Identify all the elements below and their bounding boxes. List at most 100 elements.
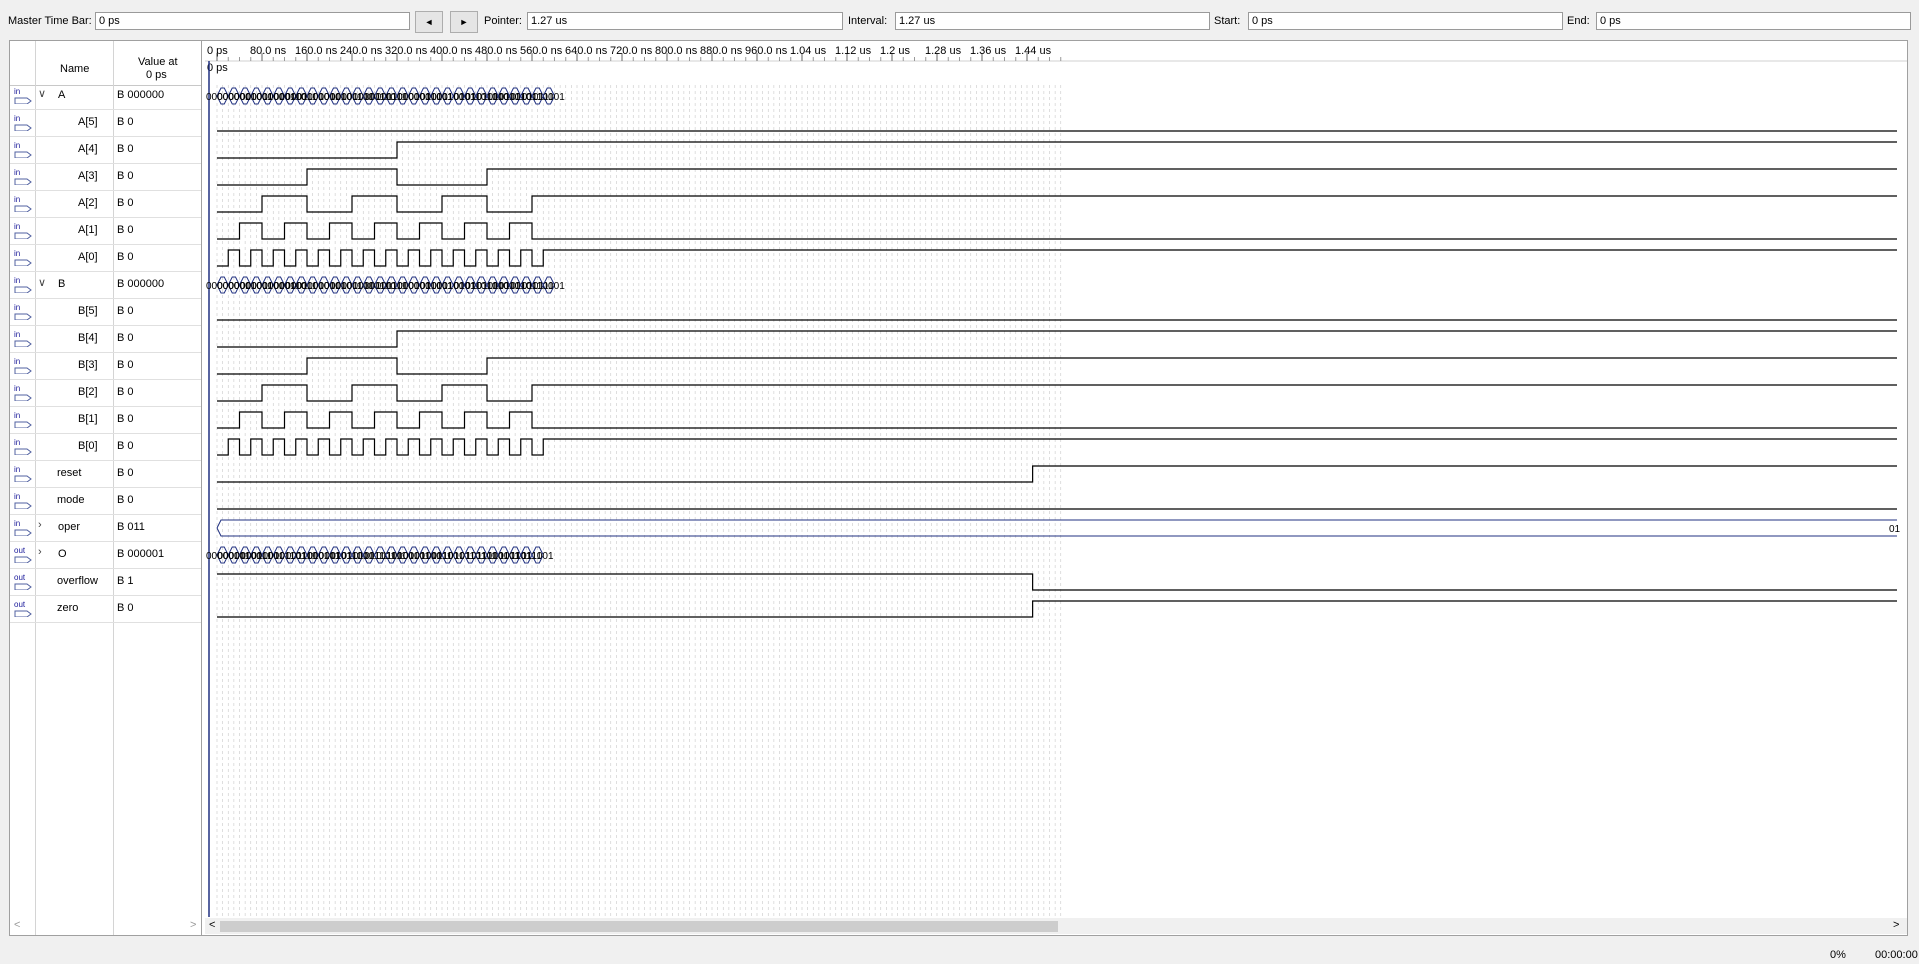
- signal-name: A[3]: [78, 170, 98, 182]
- input-pin-icon: in: [13, 464, 33, 483]
- svg-text:in: in: [14, 141, 20, 150]
- signal-value: B 0: [117, 332, 134, 344]
- signal-name: B[2]: [78, 386, 98, 398]
- ruler-label: 0 ps: [207, 45, 228, 57]
- signal-value: B 0: [117, 413, 134, 425]
- output-pin-icon: out: [13, 545, 33, 564]
- signal-value: B 0: [117, 467, 134, 479]
- interval-label: Interval:: [848, 15, 888, 27]
- waveform-panel: Name Value at 0 ps in ∨ A B 000000 in A[5] B 0…: [9, 40, 1908, 936]
- signal-value: B 0: [117, 494, 134, 506]
- ruler-label: 80.0 ns: [250, 45, 287, 57]
- svg-text:in: in: [14, 87, 20, 96]
- scroll-left-arrow[interactable]: <: [14, 919, 20, 931]
- toolbar: Master Time Bar: 0 ps ◄ ► Pointer: 1.27 …: [0, 0, 1919, 40]
- signal-row-a[interactable]: in ∨ A B 000000: [10, 82, 201, 110]
- signal-name: A[2]: [78, 197, 98, 209]
- signal-value: B 000000: [117, 89, 165, 101]
- output-pin-icon: out: [13, 572, 33, 591]
- waveform-canvas[interactable]: 0 ps 80.0 ns 160.0 ns 240.0 ns 320.0 ns 400.0…: [205, 41, 1907, 935]
- input-pin-icon: in: [13, 194, 33, 213]
- signal-row-b0[interactable]: in B[0] B 0: [10, 433, 201, 461]
- svg-text:in: in: [14, 330, 20, 339]
- signal-value: B 0: [117, 170, 134, 182]
- input-pin-icon: in: [13, 221, 33, 240]
- signal-row-b1[interactable]: in B[1] B 0: [10, 406, 201, 434]
- svg-text:in: in: [14, 249, 20, 258]
- end-field[interactable]: 0 ps: [1596, 12, 1911, 30]
- input-pin-icon: in: [13, 518, 33, 537]
- signal-name: B[4]: [78, 332, 98, 344]
- input-pin-icon: in: [13, 167, 33, 186]
- start-field[interactable]: 0 ps: [1248, 12, 1563, 30]
- signal-row-oper[interactable]: in › oper B 011: [10, 514, 201, 542]
- ruler-label: 320.0 ns: [385, 45, 428, 57]
- wave-zero: [217, 600, 1897, 618]
- signal-row-reset[interactable]: in reset B 0: [10, 460, 201, 488]
- signal-name: A[0]: [78, 251, 98, 263]
- ruler-label: 1.2 us: [880, 45, 910, 57]
- wave-b2: [217, 384, 1897, 402]
- signal-row-a1[interactable]: in A[1] B 0: [10, 217, 201, 245]
- bus-oper-value: 01: [1889, 524, 1901, 535]
- ruler-label: 560.0 ns: [520, 45, 563, 57]
- signal-list: Name Value at 0 ps in ∨ A B 000000 in A[5] B 0…: [10, 41, 202, 935]
- expand-chevron-icon[interactable]: ›: [38, 546, 42, 558]
- signal-row-b5[interactable]: in B[5] B 0: [10, 298, 201, 326]
- waveform-scroll-right-arrow[interactable]: >: [1893, 919, 1899, 931]
- signal-name: reset: [57, 467, 82, 479]
- signal-value: B 0: [117, 359, 134, 371]
- output-pin-icon: out: [13, 599, 33, 618]
- signal-name: overflow: [57, 575, 98, 587]
- pointer-field[interactable]: 1.27 us: [527, 12, 843, 30]
- svg-text:in: in: [14, 357, 20, 366]
- signal-row-b3[interactable]: in B[3] B 0: [10, 352, 201, 380]
- waveform-scroll-thumb[interactable]: [220, 921, 1058, 932]
- signal-row-b2[interactable]: in B[2] B 0: [10, 379, 201, 407]
- signal-name: mode: [57, 494, 85, 506]
- signal-row-a4[interactable]: in A[4] B 0: [10, 136, 201, 164]
- signal-name: A[4]: [78, 143, 98, 155]
- signal-list-scrollbar[interactable]: < >: [10, 918, 201, 934]
- progress-percent: 0%: [1830, 949, 1846, 961]
- svg-text:in: in: [14, 384, 20, 393]
- signal-row-mode[interactable]: in mode B 0: [10, 487, 201, 515]
- collapse-chevron-icon[interactable]: ∨: [38, 276, 46, 289]
- prev-transition-button[interactable]: ◄: [415, 11, 443, 33]
- interval-field[interactable]: 1.27 us: [895, 12, 1210, 30]
- master-time-bar-field[interactable]: 0 ps: [95, 12, 410, 30]
- waveform-scrollbar[interactable]: < >: [205, 918, 1907, 934]
- signal-row-overflow[interactable]: out overflow B 1: [10, 568, 201, 596]
- svg-text:in: in: [14, 303, 20, 312]
- signal-name: B[5]: [78, 305, 98, 317]
- signal-value: B 0: [117, 116, 134, 128]
- signal-row-a5[interactable]: in A[5] B 0: [10, 109, 201, 137]
- signal-row-zero[interactable]: out zero B 0: [10, 595, 201, 623]
- signal-name: B[1]: [78, 413, 98, 425]
- ruler-label: 1.12 us: [835, 45, 872, 57]
- signal-row-b4[interactable]: in B[4] B 0: [10, 325, 201, 353]
- scroll-right-arrow[interactable]: >: [190, 919, 196, 931]
- input-pin-icon: in: [13, 113, 33, 132]
- ruler-label: 960.0 ns: [745, 45, 788, 57]
- pointer-label: Pointer:: [484, 15, 522, 27]
- next-transition-button[interactable]: ►: [450, 11, 478, 33]
- expand-chevron-icon[interactable]: ›: [38, 519, 42, 531]
- signal-name: zero: [57, 602, 79, 614]
- signal-row-b[interactable]: in ∨ B B 000000: [10, 271, 201, 299]
- wave-b0: [217, 438, 1897, 456]
- svg-text:in: in: [14, 222, 20, 231]
- input-pin-icon: in: [13, 140, 33, 159]
- signal-name: A[5]: [78, 116, 98, 128]
- svg-text:in: in: [14, 438, 20, 447]
- signal-value: B 000000: [117, 278, 165, 290]
- collapse-chevron-icon[interactable]: ∨: [38, 87, 46, 100]
- waveform-scroll-left-arrow[interactable]: <: [209, 919, 215, 931]
- signal-row-o[interactable]: out › O B 000001: [10, 541, 201, 569]
- signal-row-a0[interactable]: in A[0] B 0: [10, 244, 201, 272]
- signal-row-a2[interactable]: in A[2] B 0: [10, 190, 201, 218]
- signal-value: B 011: [117, 521, 145, 533]
- signal-row-a3[interactable]: in A[3] B 0: [10, 163, 201, 191]
- wave-b3: [217, 357, 1897, 375]
- svg-text:in: in: [14, 195, 20, 204]
